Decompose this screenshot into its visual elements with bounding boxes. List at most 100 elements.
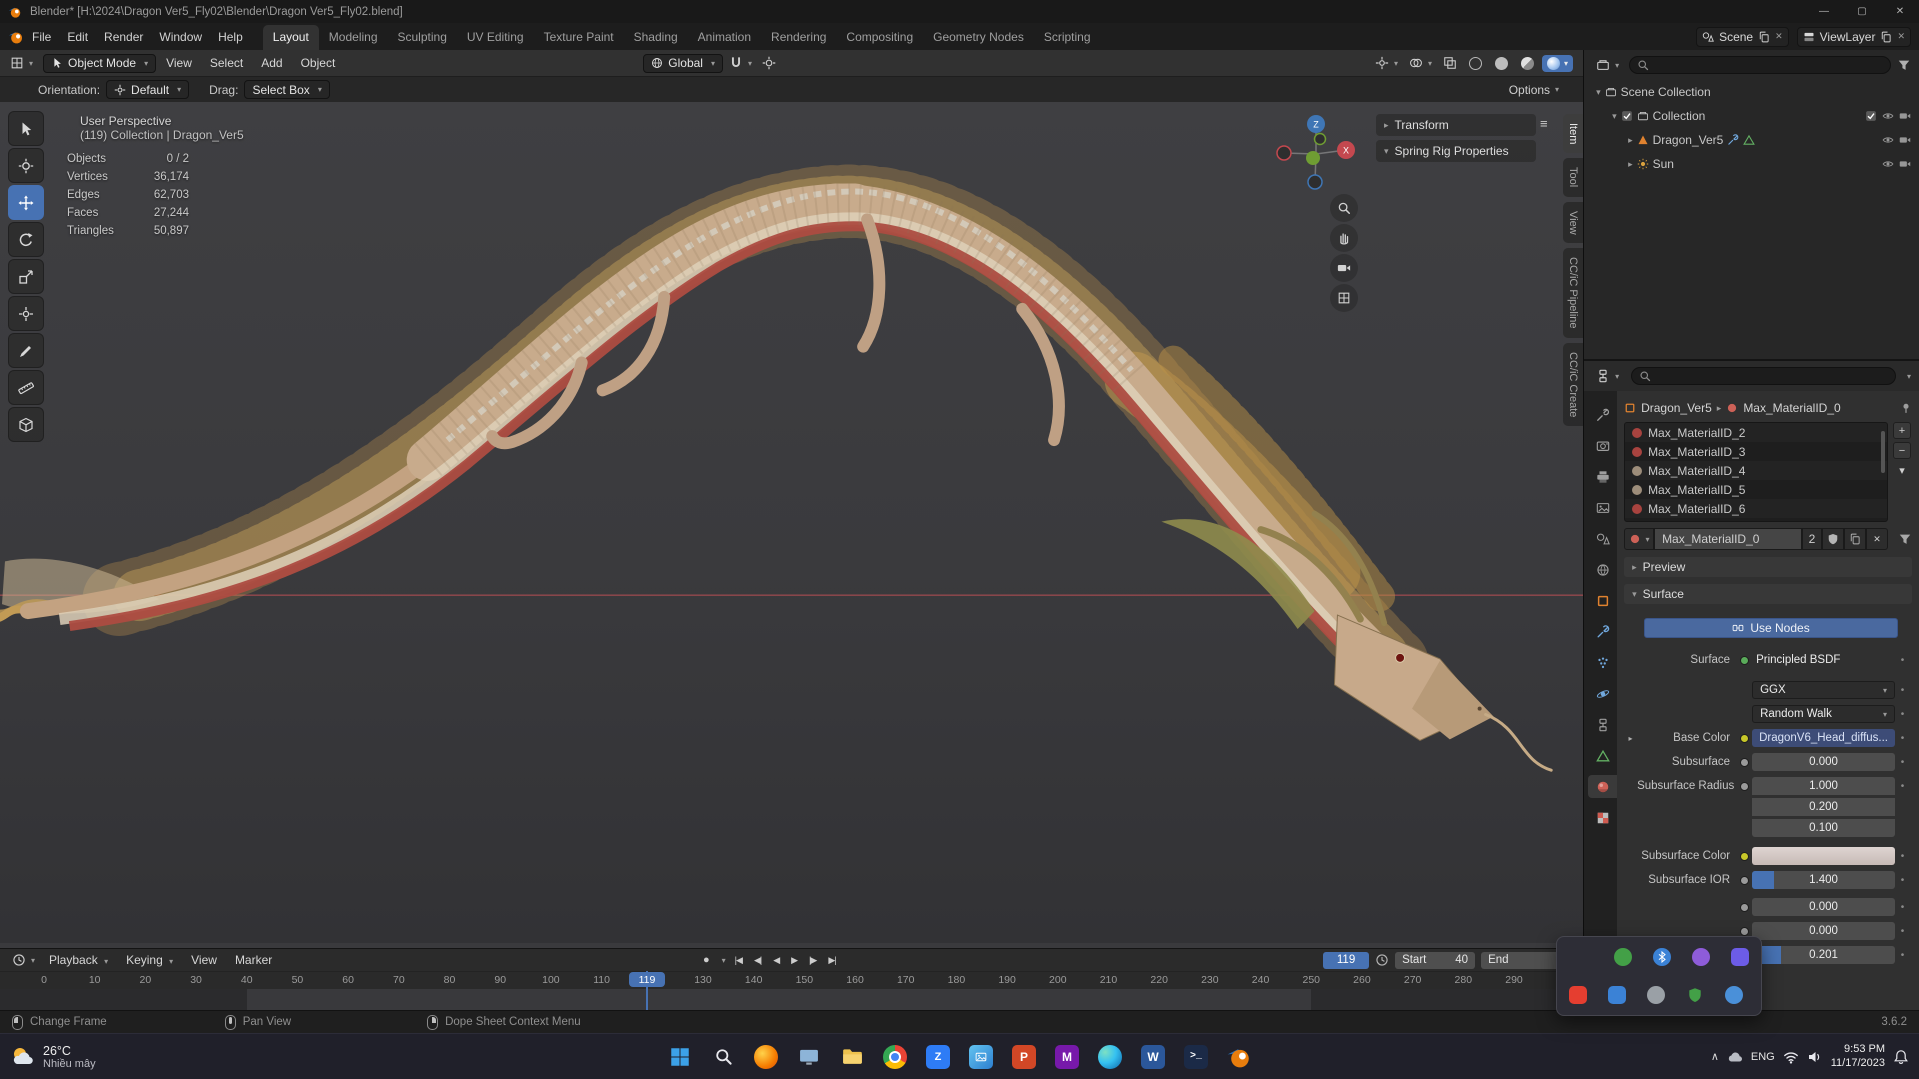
onedrive-cloud-icon[interactable] [1727,1049,1743,1065]
tool-select[interactable] [8,111,44,146]
unlink-scene-icon[interactable]: ✕ [1775,31,1783,42]
play-button[interactable]: ▶ [788,953,800,968]
mode-select[interactable]: Object Mode ▾ [43,53,157,73]
menu-add[interactable]: Add [253,53,290,73]
proportional-editing-button[interactable] [758,54,780,72]
app-display-settings[interactable] [792,1040,826,1074]
tab-particle-properties[interactable] [1588,651,1617,674]
snap-toggle-button[interactable]: ▾ [725,54,756,72]
start-frame-field[interactable]: Start 40 [1395,951,1476,969]
tab-modifier-properties[interactable] [1588,620,1617,643]
ortho-toggle-button[interactable] [1330,284,1358,312]
record-button[interactable]: ● [700,952,713,968]
sidebar-tab-tool[interactable]: Tool [1563,158,1584,197]
maximize-button[interactable]: ▢ [1843,0,1881,23]
outliner-search-input[interactable] [1629,56,1891,74]
material-slot[interactable]: Max_MaterialID_3 [1625,442,1887,461]
menu-object[interactable]: Object [293,53,344,73]
properties-editor-type-button[interactable]: ▾ [1592,367,1623,385]
app-zalo[interactable]: Z [921,1040,955,1074]
object-icon[interactable] [1624,402,1636,414]
clock[interactable]: 9:53 PM 11/17/2023 [1831,1043,1885,1071]
sidebar-tab-ccic-pipeline[interactable]: CC/iC Pipeline [1563,248,1584,338]
properties-search-input[interactable] [1631,367,1896,385]
subsurface-value-field[interactable]: 0.000 [1752,753,1895,771]
notification-bell-icon[interactable] [1893,1049,1909,1065]
tool-rotate[interactable] [8,222,44,257]
sidebar-tab-view[interactable]: View [1563,201,1584,244]
current-frame-field[interactable]: 119 [1323,951,1370,969]
fake-user-shield-button[interactable] [1822,528,1844,550]
volume-icon[interactable] [1807,1049,1823,1065]
decorator-dot[interactable]: • [1895,902,1910,913]
weather-widget[interactable]: 26°C Nhiều mây [10,1044,96,1070]
outliner-row-sun[interactable]: ▸ Sun [1584,152,1919,176]
tab-rendering[interactable]: Rendering [761,25,836,50]
timeline-ticks[interactable]: 0102030405060708090100110120130140150160… [0,971,1584,989]
pin-icon[interactable] [1900,402,1912,414]
tray-overflow-chevron[interactable]: ∧ [1711,1050,1719,1063]
expand-icon[interactable]: ▸ [1624,734,1637,743]
app-office[interactable]: M [1050,1040,1084,1074]
show-gizmo-button[interactable]: ▾ [1371,54,1402,72]
decorator-dot[interactable]: • [1895,781,1910,792]
viewport-3d[interactable]: User Perspective (119) Collection | Drag… [0,102,1584,948]
decorator-dot[interactable]: • [1895,685,1910,696]
menu-view[interactable]: View [158,53,200,73]
material-slot[interactable]: Max_MaterialID_6 [1625,499,1887,518]
menu-file[interactable]: File [24,26,59,48]
outliner-row-scene-collection[interactable]: ▾ Scene Collection [1584,80,1919,104]
zoom-button[interactable] [1330,194,1358,222]
outliner-editor-type-button[interactable]: ▾ [1592,56,1623,74]
blender-menu-icon[interactable] [8,29,24,45]
pan-button[interactable] [1330,224,1358,252]
menu-keying[interactable]: Keying ▾ [118,950,181,970]
playhead[interactable]: 119 [629,971,665,1010]
menu-render[interactable]: Render [96,26,151,48]
menu-marker[interactable]: Marker [227,950,280,970]
tab-material-properties[interactable] [1588,775,1618,798]
editor-type-button[interactable]: ▾ [6,54,37,72]
camera-view-button[interactable] [1330,254,1358,282]
menu-select[interactable]: Select [202,53,251,73]
material-name-field[interactable]: Max_MaterialID_0 [1654,528,1802,550]
material-slot[interactable]: Max_MaterialID_4 [1625,461,1887,480]
collection-checkbox-icon[interactable] [1621,110,1633,122]
tray-icon-gray-app[interactable] [1645,984,1667,1006]
scene-selector[interactable]: Scene ✕ [1696,26,1789,47]
value-field[interactable]: 0.201 [1752,946,1895,964]
tray-icon-bluetooth[interactable] [1651,946,1673,968]
transform-orientation-select[interactable]: Global ▾ [643,53,723,73]
render-camera-icon[interactable] [1899,134,1911,146]
breadcrumb-material[interactable]: Max_MaterialID_0 [1743,401,1840,415]
app-powerpoint[interactable]: P [1007,1040,1041,1074]
tray-icon-violet-app[interactable] [1729,946,1751,968]
copy-icon[interactable] [1758,31,1770,43]
tool-move[interactable] [8,185,44,220]
section-preview[interactable]: ▸ Preview [1624,557,1912,577]
navigation-gizmo[interactable]: Z X [1272,110,1360,198]
disclosure-icon[interactable]: ▾ [1612,111,1617,122]
tray-icon-blue-circle-app[interactable] [1723,984,1745,1006]
tab-animation[interactable]: Animation [688,25,761,50]
auto-keyframe-clock-icon[interactable] [1375,953,1389,967]
decorator-dot[interactable]: • [1895,733,1910,744]
copy-icon[interactable] [1880,31,1892,43]
outliner-row-dragon[interactable]: ▸ Dragon_Ver5 [1584,128,1919,152]
outliner-row-collection[interactable]: ▾ Collection [1584,104,1919,128]
tab-viewlayer-properties[interactable] [1588,496,1617,519]
tab-world-properties[interactable] [1588,558,1617,581]
use-nodes-button[interactable]: Use Nodes [1644,618,1898,638]
new-material-copy-button[interactable] [1844,528,1866,550]
tray-icon-shield-app[interactable] [1684,984,1706,1006]
axis-neg-y-ball[interactable] [1313,132,1327,146]
tab-scripting[interactable]: Scripting [1034,25,1101,50]
tab-modeling[interactable]: Modeling [319,25,388,50]
remove-viewlayer-icon[interactable]: ✕ [1897,31,1905,42]
sidebar-tab-item[interactable]: Item [1563,114,1584,154]
subsurface-radius-x-field[interactable]: 1.000 [1752,777,1895,795]
exclude-checkbox-icon[interactable] [1865,110,1877,122]
slot-specials-button[interactable]: ▾ [1893,462,1911,479]
axis-y-ball[interactable] [1306,151,1320,165]
options-button[interactable]: Options ▾ [1505,81,1563,99]
